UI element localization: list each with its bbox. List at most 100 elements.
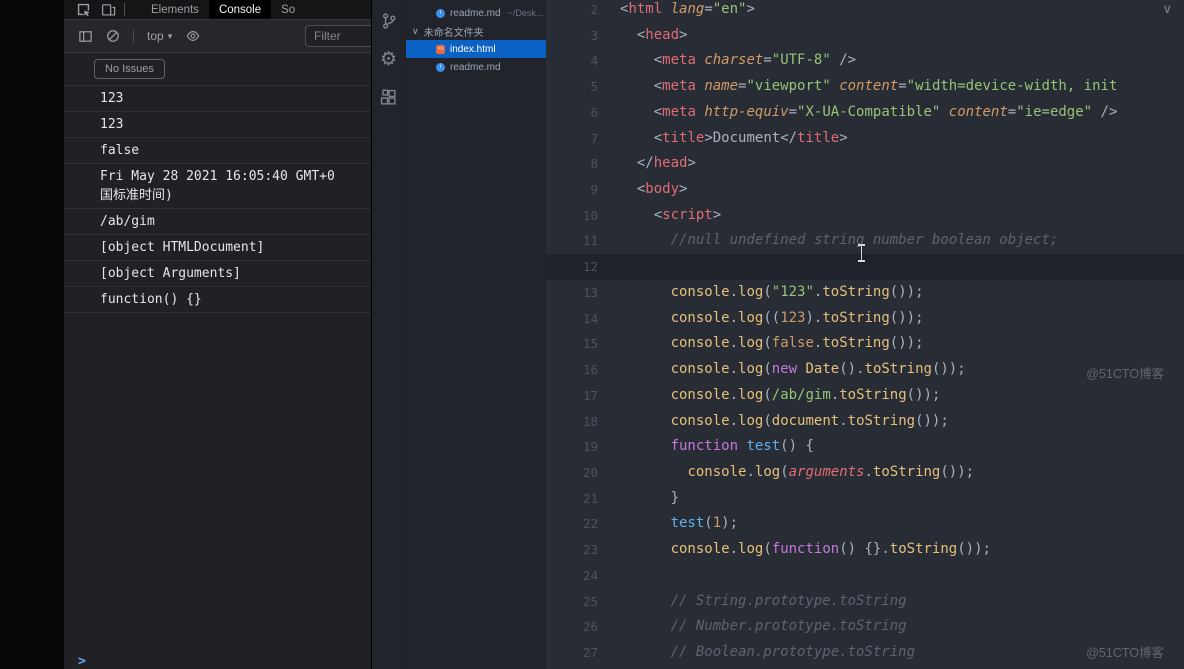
code-text: console.log(new Date().toString()); xyxy=(670,361,966,378)
file-name: readme.md xyxy=(450,7,501,19)
chevron-down-icon[interactable]: ∨ xyxy=(1162,1,1172,17)
no-issues-button[interactable]: No Issues xyxy=(94,59,165,79)
console-toolbar: top ▾ Filter xyxy=(64,20,371,53)
line-number: 4 xyxy=(590,53,598,69)
line-number: 5 xyxy=(590,79,598,95)
code-lines: 2 <html lang="en"> 3 <head> 4 <meta charset… xyxy=(546,0,1184,666)
code-line-19[interactable]: 19 function test() { xyxy=(546,434,1184,460)
code-line-18[interactable]: 18 console.log(document.toString()); xyxy=(546,409,1184,435)
code-line-22[interactable]: 22 test(1); xyxy=(546,511,1184,537)
issues-row: No Issues xyxy=(64,53,371,86)
code-line-4[interactable]: 4 <meta charset="UTF-8" /> xyxy=(546,48,1184,74)
code-text: <title>Document</title> xyxy=(620,129,848,146)
code-line-21[interactable]: 21 } xyxy=(546,486,1184,512)
tab-elements[interactable]: Elements xyxy=(141,0,209,19)
code-text: console.log(/ab/gim.toString()); xyxy=(670,386,941,403)
line-number: 10 xyxy=(582,207,598,223)
file-item-readme-md[interactable]: i readme.md xyxy=(406,58,546,76)
code-text: console.log(false.toString()); xyxy=(670,335,924,352)
device-toolbar-icon[interactable] xyxy=(101,2,116,17)
watermark: @51CTO博客 xyxy=(1086,367,1164,381)
eye-icon[interactable] xyxy=(185,29,201,43)
code-text: // String.prototype.toString xyxy=(620,592,907,609)
line-number: 16 xyxy=(582,362,598,378)
code-text: </head> xyxy=(620,155,696,172)
console-entry: function() {} xyxy=(64,287,371,313)
code-line-14[interactable]: 14 console.log((123).toString()); xyxy=(546,306,1184,332)
console-entry: /ab/gim xyxy=(64,209,371,235)
filter-input[interactable]: Filter xyxy=(305,25,371,47)
code-line-12[interactable]: 12 xyxy=(546,254,1184,280)
code-line-9[interactable]: 9 <body> xyxy=(546,177,1184,203)
line-number: 12 xyxy=(582,259,598,275)
code-line-23[interactable]: 23 console.log(function() {}.toString())… xyxy=(546,537,1184,563)
code-line-10[interactable]: 10 <script> xyxy=(546,203,1184,229)
folder-item--[interactable]: ∨ 未命名文件夹 xyxy=(406,22,546,40)
code-line-11[interactable]: 11 //null undefined string number boolea… xyxy=(546,228,1184,254)
code-text: <html lang="en"> xyxy=(620,1,755,17)
line-number: 17 xyxy=(582,387,598,403)
code-line-15[interactable]: 15 console.log(false.toString()); xyxy=(546,331,1184,357)
console-prompt[interactable]: > xyxy=(64,648,371,669)
watermark: @51CTO博客 xyxy=(1086,646,1164,660)
code-line-17[interactable]: 17 console.log(/ab/gim.toString()); xyxy=(546,383,1184,409)
console-output[interactable]: 123 123 false Fri May 28 2021 16:05:40 GMT+… xyxy=(64,86,371,648)
console-sidebar-icon[interactable] xyxy=(78,29,93,44)
screen: Elements Console So top ▾ Filter No Issues… xyxy=(0,0,1184,669)
code-line-7[interactable]: 7 <title>Document</title> xyxy=(546,126,1184,152)
source-control-icon[interactable] xyxy=(380,12,398,30)
line-number: 13 xyxy=(582,284,598,300)
tab-sources[interactable]: So xyxy=(271,0,305,19)
line-number: 6 xyxy=(590,104,598,120)
code-text: console.log(function() {}.toString()); xyxy=(670,541,991,558)
code-text: console.log(document.toString()); xyxy=(670,412,949,429)
console-entry: [object Arguments] xyxy=(64,261,371,287)
context-selector[interactable]: top ▾ xyxy=(147,29,172,43)
code-text: test(1); xyxy=(670,515,739,532)
line-number: 23 xyxy=(582,542,598,558)
code-line-3[interactable]: 3 <head> xyxy=(546,23,1184,49)
code-editor: 2 <html lang="en"> 3 <head> 4 <meta charset… xyxy=(546,0,1184,669)
console-entry: Fri May 28 2021 16:05:40 GMT+0 国标准时间) xyxy=(64,164,371,209)
line-number: 9 xyxy=(590,182,598,198)
console-entry: 123 xyxy=(64,112,371,138)
code-line-20[interactable]: 20 console.log(arguments.toString()); xyxy=(546,460,1184,486)
html-file-icon: <> xyxy=(436,44,445,54)
code-line-24[interactable]: 24 xyxy=(546,563,1184,589)
line-number: 7 xyxy=(590,130,598,146)
code-text: // Number.prototype.toString xyxy=(620,618,907,635)
tab-console[interactable]: Console xyxy=(208,0,272,19)
inspect-icon[interactable] xyxy=(76,2,91,17)
line-number: 18 xyxy=(582,413,598,429)
left-black-strip xyxy=(0,0,64,669)
line-number: 21 xyxy=(582,490,598,506)
file-name: readme.md xyxy=(450,61,501,73)
line-number: 24 xyxy=(582,567,598,583)
code-text: <meta name="viewport" content="width=dev… xyxy=(620,78,1118,95)
code-line-6[interactable]: 6 <meta http-equiv="X-UA-Compatible" con… xyxy=(546,100,1184,126)
code-text: console.log("123".toString()); xyxy=(670,283,924,300)
code-line-25[interactable]: 25 // String.prototype.toString xyxy=(546,589,1184,615)
settings-gear-icon[interactable]: ⚙ xyxy=(380,50,397,69)
markdown-file-icon: i xyxy=(436,8,445,18)
file-explorer: i readme.md ~/Desk... ∨ 未命名文件夹 <> index.html i r… xyxy=(406,0,546,669)
code-text: console.log(arguments.toString()); xyxy=(687,463,975,480)
line-number: 26 xyxy=(582,619,598,635)
code-text: console.log((123).toString()); xyxy=(670,309,924,326)
code-line-26[interactable]: 26 // Number.prototype.toString xyxy=(546,614,1184,640)
line-number: 19 xyxy=(582,439,598,455)
code-line-5[interactable]: 5 <meta name="viewport" content="width=d… xyxy=(546,74,1184,100)
clear-console-icon[interactable] xyxy=(106,29,120,43)
code-line-13[interactable]: 13 console.log("123".toString()); xyxy=(546,280,1184,306)
context-selector-label: top xyxy=(147,29,164,43)
line-number: 3 xyxy=(590,27,598,43)
code-line-2[interactable]: 2 <html lang="en"> xyxy=(546,0,1184,23)
line-number: 25 xyxy=(582,593,598,609)
file-item-index-html[interactable]: <> index.html xyxy=(406,40,546,58)
code-line-8[interactable]: 8 </head> xyxy=(546,151,1184,177)
extensions-icon[interactable] xyxy=(380,89,397,106)
code-text: function test() { xyxy=(670,438,814,455)
file-item-readme-md[interactable]: i readme.md ~/Desk... xyxy=(406,4,546,22)
